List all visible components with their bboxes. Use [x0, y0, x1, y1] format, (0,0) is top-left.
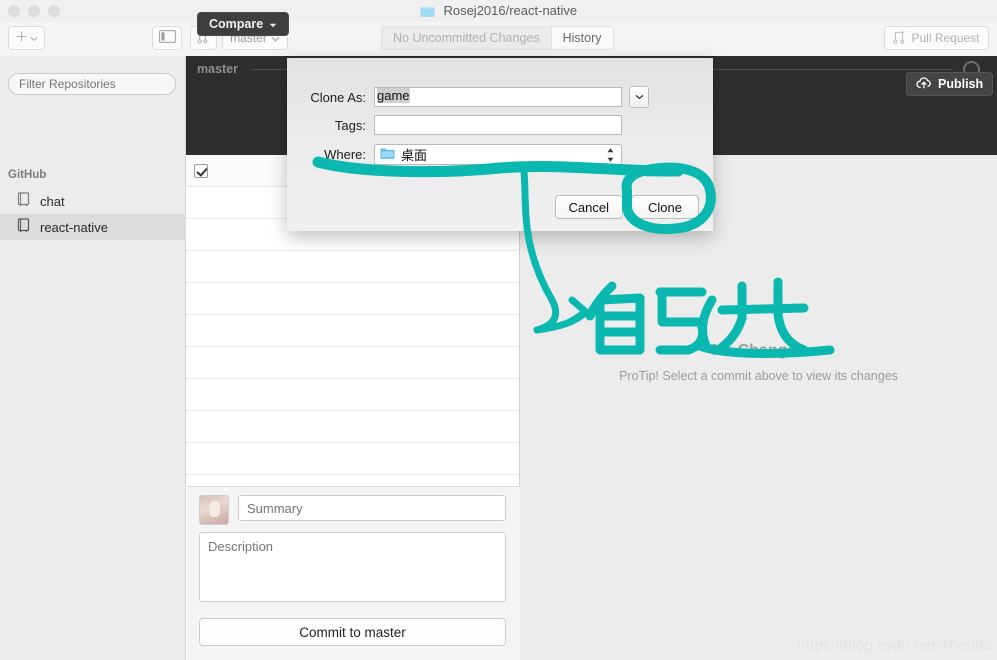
where-value: 桌面 [401, 148, 428, 163]
pull-request-button[interactable]: Pull Request [884, 26, 989, 50]
table-row[interactable] [186, 251, 520, 283]
toggle-sidebar-button[interactable] [152, 26, 182, 50]
pull-request-label: Pull Request [911, 31, 980, 45]
cancel-button[interactable]: Cancel [554, 195, 623, 219]
table-row[interactable] [186, 443, 520, 475]
caret-down-icon [269, 17, 277, 31]
folder-icon [380, 147, 395, 162]
sidebar-item-label: chat [40, 193, 65, 209]
table-row[interactable] [186, 315, 520, 347]
publish-label: Publish [938, 77, 984, 91]
history-branch-label: master [197, 62, 238, 76]
table-row[interactable] [186, 379, 520, 411]
pull-request-icon [893, 30, 906, 47]
no-changes-title: No Changes [711, 342, 806, 359]
tags-input[interactable] [374, 115, 622, 135]
sidebar-item-react-native[interactable]: react-native [0, 214, 186, 240]
clone-button[interactable]: Clone [631, 195, 699, 219]
protip-text: ProTip! Select a commit above to view it… [619, 369, 898, 383]
plus-icon [16, 31, 27, 45]
table-row[interactable] [186, 411, 520, 443]
sidebar-group-github: GitHub [8, 169, 47, 181]
tab-uncommitted-changes[interactable]: No Uncommitted Changes [382, 27, 551, 49]
dialog-buttons: Cancel Clone [554, 195, 699, 219]
github-desktop-window: Rosej2016/react-native master No Uncommi… [0, 0, 997, 660]
window-title: Rosej2016/react-native [0, 2, 997, 20]
where-label: Where: [324, 147, 366, 162]
commit-button[interactable]: Commit to master [199, 618, 506, 646]
sidebar-panel-icon [158, 30, 176, 46]
repository-icon [17, 192, 31, 210]
where-row: Where: 桌面 [292, 144, 622, 165]
stepper-updown-icon[interactable] [606, 147, 615, 165]
table-row[interactable] [186, 347, 520, 379]
add-repository-button[interactable] [8, 26, 45, 50]
compare-label: Compare [209, 17, 264, 31]
clone-as-value: game [377, 88, 410, 103]
sidebar-item-chat[interactable]: chat [0, 188, 186, 214]
changes-history-segmented-control: No Uncommitted Changes History [381, 26, 614, 50]
summary-input[interactable] [238, 495, 506, 521]
filter-repositories-input[interactable] [8, 73, 176, 95]
window-title-bar: Rosej2016/react-native [0, 0, 997, 22]
where-select[interactable]: 桌面 [374, 144, 622, 165]
main-toolbar: master No Uncommitted Changes History Pu… [0, 22, 997, 57]
tags-row: Tags: [292, 115, 622, 135]
repository-list: chat react-native [0, 188, 186, 240]
repository-icon [17, 218, 31, 236]
table-row[interactable] [186, 283, 520, 315]
window-title-text: Rosej2016/react-native [443, 3, 578, 18]
chevron-down-icon[interactable] [629, 86, 649, 108]
avatar [199, 495, 229, 525]
repository-sidebar: GitHub chat [0, 56, 186, 660]
clone-as-input[interactable]: game [374, 87, 622, 107]
row-checkbox[interactable] [194, 163, 208, 178]
description-input[interactable] [199, 532, 506, 602]
folder-icon [420, 5, 435, 17]
compare-button[interactable]: Compare [197, 12, 290, 36]
publish-button[interactable]: Publish [906, 72, 994, 96]
tab-history[interactable]: History [550, 27, 613, 49]
cloud-upload-icon [916, 76, 932, 92]
clone-repository-dialog: Clone As: game Tags: Where: 桌面 Cancel Cl… [287, 58, 713, 231]
clone-as-row: Clone As: game [292, 86, 649, 108]
tags-label: Tags: [334, 117, 366, 133]
clone-as-label: Clone As: [310, 89, 366, 105]
chevron-down-icon [30, 31, 38, 45]
sidebar-item-label: react-native [40, 219, 108, 235]
watermark-text: https://blog.csdn.net/Theo93 [797, 637, 992, 654]
commit-composer: Commit to master [187, 486, 520, 660]
